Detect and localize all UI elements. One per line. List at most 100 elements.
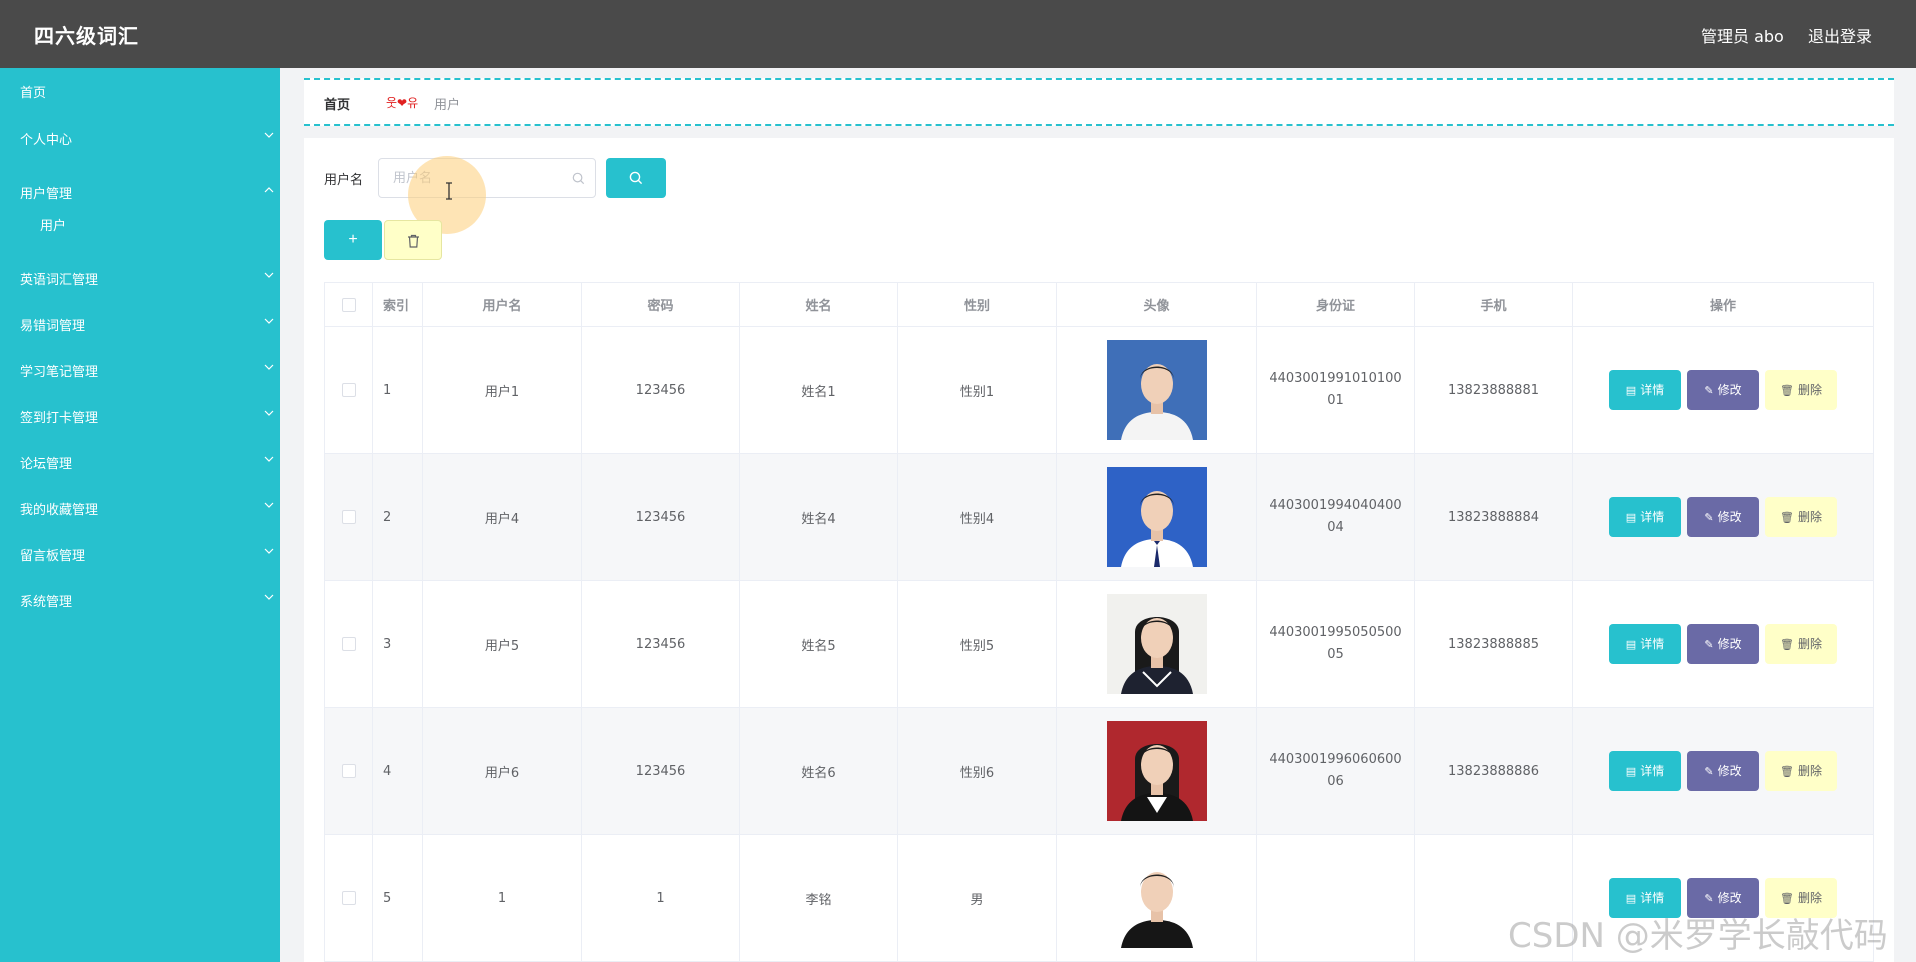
chevron-down-icon: [264, 364, 276, 374]
cell-idcard: 440300199606060006: [1256, 707, 1415, 835]
row-checkbox[interactable]: [341, 764, 356, 778]
sidebar-item-label: 用户: [40, 219, 67, 234]
sidebar-item-label: 用户管理: [20, 187, 73, 202]
delete-button[interactable]: 🗑 删除: [1765, 878, 1837, 918]
sidebar-item[interactable]: 用户: [0, 202, 280, 246]
cell-avatar: [1056, 326, 1257, 454]
search-input[interactable]: [393, 168, 563, 188]
sidebar-item[interactable]: 首页: [0, 69, 280, 113]
pencil-icon: ✎: [1704, 765, 1714, 778]
avatar: [1106, 848, 1207, 948]
delete-button-label: 删除: [1797, 637, 1822, 651]
breadcrumb-home[interactable]: 首页: [324, 94, 350, 113]
edit-button[interactable]: ✎ 修改: [1687, 624, 1759, 664]
sidebar-item[interactable]: 个人中心: [0, 116, 280, 160]
chevron-down-icon: [264, 272, 276, 282]
select-all-cell[interactable]: [324, 282, 373, 327]
sidebar-item[interactable]: 英语词汇管理: [0, 256, 280, 300]
detail-button[interactable]: ▤ 详情: [1609, 497, 1681, 537]
trash-icon: 🗑: [1780, 511, 1794, 524]
idcard-value: 440300199404040004: [1269, 498, 1402, 535]
cell-actions: ▤ 详情 ✎ 修改 🗑 删除: [1572, 326, 1874, 454]
edit-button[interactable]: ✎ 修改: [1687, 497, 1759, 537]
row-checkbox[interactable]: [341, 891, 356, 905]
cell-name: 姓名4: [739, 453, 898, 581]
sidebar-item-label: 易错词管理: [20, 319, 86, 334]
sidebar-item-label: 论坛管理: [20, 457, 73, 472]
select-all-checkbox[interactable]: [341, 297, 356, 312]
document-icon: ▤: [1625, 384, 1637, 397]
edit-button-label: 修改: [1717, 891, 1742, 905]
delete-button[interactable]: 🗑 删除: [1765, 497, 1837, 537]
main-content: 首页 웃❤유 用户 用户名 + 索引: [280, 68, 1916, 962]
list-panel: 用户名 + 索引 用户名 密码: [304, 138, 1894, 962]
row-select-cell[interactable]: [324, 326, 373, 454]
cell-password: 1: [581, 834, 740, 962]
col-idcard: 身份证: [1256, 282, 1415, 327]
sidebar-item[interactable]: 学习笔记管理: [0, 348, 280, 392]
sidebar-item-label: 学习笔记管理: [20, 365, 99, 380]
row-select-cell[interactable]: [324, 580, 373, 708]
trash-icon: 🗑: [1780, 765, 1794, 778]
sidebar-item[interactable]: 论坛管理: [0, 440, 280, 484]
edit-button[interactable]: ✎ 修改: [1687, 751, 1759, 791]
pencil-icon: ✎: [1704, 892, 1714, 905]
add-button[interactable]: +: [324, 220, 382, 260]
delete-button-label: 删除: [1797, 383, 1822, 397]
cell-index: 1: [372, 326, 423, 454]
sidebar-item[interactable]: 易错词管理: [0, 302, 280, 346]
delete-button[interactable]: 🗑 删除: [1765, 751, 1837, 791]
sidebar-item[interactable]: 签到打卡管理: [0, 394, 280, 438]
row-select-cell[interactable]: [324, 707, 373, 835]
row-checkbox[interactable]: [341, 637, 356, 651]
cell-phone: 13823888881: [1414, 326, 1573, 454]
delete-button-label: 删除: [1797, 510, 1822, 524]
plus-icon: +: [348, 231, 358, 248]
sidebar-item[interactable]: 系统管理: [0, 578, 280, 622]
sidebar-item[interactable]: 留言板管理: [0, 532, 280, 576]
chevron-down-icon: [264, 318, 276, 328]
search-label: 用户名: [324, 173, 364, 188]
cell-gender: 男: [897, 834, 1057, 962]
idcard-value: 440300199101010001: [1269, 371, 1402, 408]
document-icon: ▤: [1625, 638, 1637, 651]
row-checkbox[interactable]: [341, 383, 356, 397]
row-select-cell[interactable]: [324, 834, 373, 962]
table-row: 3 用户5 123456 姓名5 性别5 440300199505050005 138238…: [324, 580, 1874, 708]
detail-button[interactable]: ▤ 详情: [1609, 624, 1681, 664]
cell-gender: 性别5: [897, 580, 1057, 708]
detail-button-label: 详情: [1640, 764, 1665, 778]
sidebar-item-label: 英语词汇管理: [20, 273, 99, 288]
detail-button[interactable]: ▤ 详情: [1609, 751, 1681, 791]
trash-icon: 🗑: [1780, 892, 1794, 905]
cell-gender: 性别1: [897, 326, 1057, 454]
sidebar-item[interactable]: 我的收藏管理: [0, 486, 280, 530]
document-icon: ▤: [1625, 892, 1637, 905]
detail-button[interactable]: ▤ 详情: [1609, 370, 1681, 410]
search-field[interactable]: [378, 158, 596, 198]
delete-button[interactable]: 🗑 删除: [1765, 370, 1837, 410]
cell-actions: ▤ 详情 ✎ 修改 🗑 删除: [1572, 707, 1874, 835]
detail-button[interactable]: ▤ 详情: [1609, 878, 1681, 918]
delete-button[interactable]: 🗑 删除: [1765, 624, 1837, 664]
logout-link[interactable]: 退出登录: [1808, 23, 1872, 47]
cell-password: 123456: [581, 453, 740, 581]
col-username: 用户名: [422, 282, 582, 327]
cell-name: 李铭: [739, 834, 898, 962]
text-cursor-icon: [444, 182, 454, 204]
cell-avatar: [1056, 453, 1257, 581]
search-button[interactable]: [606, 158, 666, 198]
col-gender: 性别: [897, 282, 1057, 327]
row-select-cell[interactable]: [324, 453, 373, 581]
cell-username: 1: [422, 834, 582, 962]
edit-button[interactable]: ✎ 修改: [1687, 370, 1759, 410]
breadcrumb: 首页 웃❤유 用户: [304, 78, 1894, 126]
cell-actions: ▤ 详情 ✎ 修改 🗑 删除: [1572, 453, 1874, 581]
cell-avatar: [1056, 707, 1257, 835]
col-password: 密码: [581, 282, 740, 327]
batch-delete-button[interactable]: [384, 220, 442, 260]
edit-button[interactable]: ✎ 修改: [1687, 878, 1759, 918]
chevron-down-icon: [264, 132, 276, 142]
sidebar-item-label: 首页: [20, 86, 47, 101]
row-checkbox[interactable]: [341, 510, 356, 524]
